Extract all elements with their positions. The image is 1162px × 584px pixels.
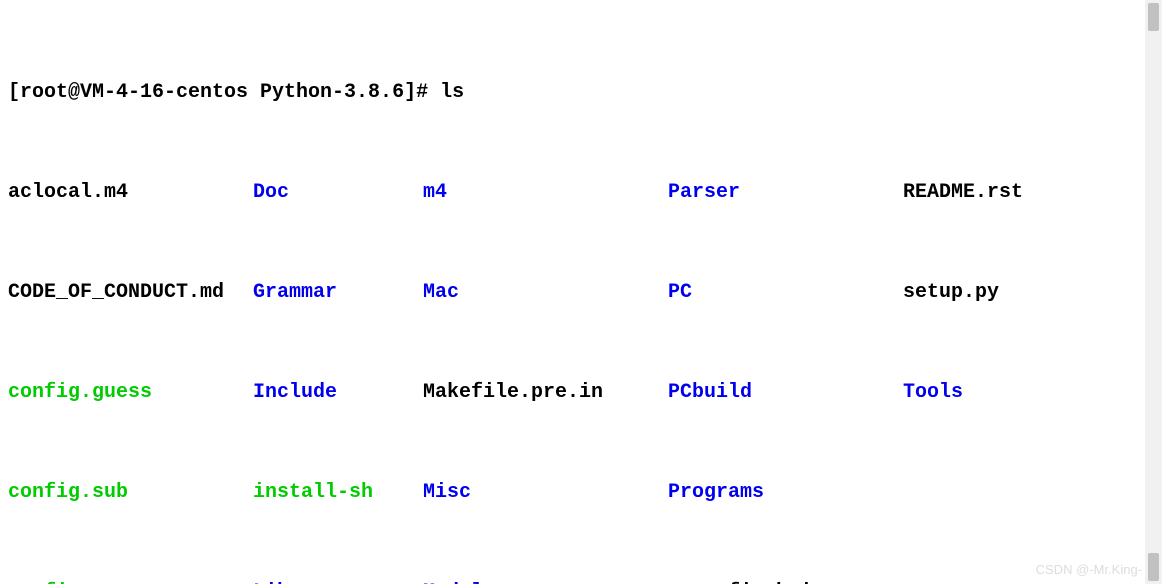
ls-item: install-sh — [253, 480, 423, 505]
ls-item: config.sub — [8, 480, 253, 505]
ls-item: Mac — [423, 280, 668, 305]
ls-item: CODE_OF_CONDUCT.md — [8, 280, 253, 305]
ls-item — [903, 480, 1154, 505]
ls-row: configure Lib Modules pyconfig.h.in — [8, 580, 1154, 584]
ls-item: PC — [668, 280, 903, 305]
ls-item: Grammar — [253, 280, 423, 305]
ls-item: Doc — [253, 180, 423, 205]
ls-row: aclocal.m4 Doc m4 Parser README.rst — [8, 180, 1154, 205]
ls-item: README.rst — [903, 180, 1154, 205]
ls-item: configure — [8, 580, 253, 584]
prompt-line-1: [root@VM-4-16-centos Python-3.8.6]# ls — [8, 80, 1154, 105]
scrollbar-thumb[interactable] — [1148, 553, 1159, 581]
ls-item: PCbuild — [668, 380, 903, 405]
ls-row: CODE_OF_CONDUCT.md Grammar Mac PC setup.… — [8, 280, 1154, 305]
ls-item: pyconfig.h.in — [668, 580, 903, 584]
ls-item: Makefile.pre.in — [423, 380, 668, 405]
shell-prompt: [root@VM-4-16-centos Python-3.8.6]# — [8, 80, 440, 105]
ls-item: config.guess — [8, 380, 253, 405]
terminal-output[interactable]: [root@VM-4-16-centos Python-3.8.6]# ls a… — [0, 0, 1162, 584]
ls-item: Modules — [423, 580, 668, 584]
ls-item: Programs — [668, 480, 903, 505]
ls-item: Parser — [668, 180, 903, 205]
ls-item: Tools — [903, 380, 1154, 405]
watermark-text: CSDN @-Mr.King- — [1036, 557, 1142, 582]
ls-item: Misc — [423, 480, 668, 505]
ls-item: Lib — [253, 580, 423, 584]
ls-item: setup.py — [903, 280, 1154, 305]
vertical-scrollbar[interactable] — [1145, 0, 1162, 584]
ls-row: config.guess Include Makefile.pre.in PCb… — [8, 380, 1154, 405]
command-ls: ls — [440, 80, 464, 105]
scrollbar-thumb[interactable] — [1148, 3, 1159, 31]
ls-item: aclocal.m4 — [8, 180, 253, 205]
ls-row: config.sub install-sh Misc Programs — [8, 480, 1154, 505]
ls-item: m4 — [423, 180, 668, 205]
ls-item: Include — [253, 380, 423, 405]
